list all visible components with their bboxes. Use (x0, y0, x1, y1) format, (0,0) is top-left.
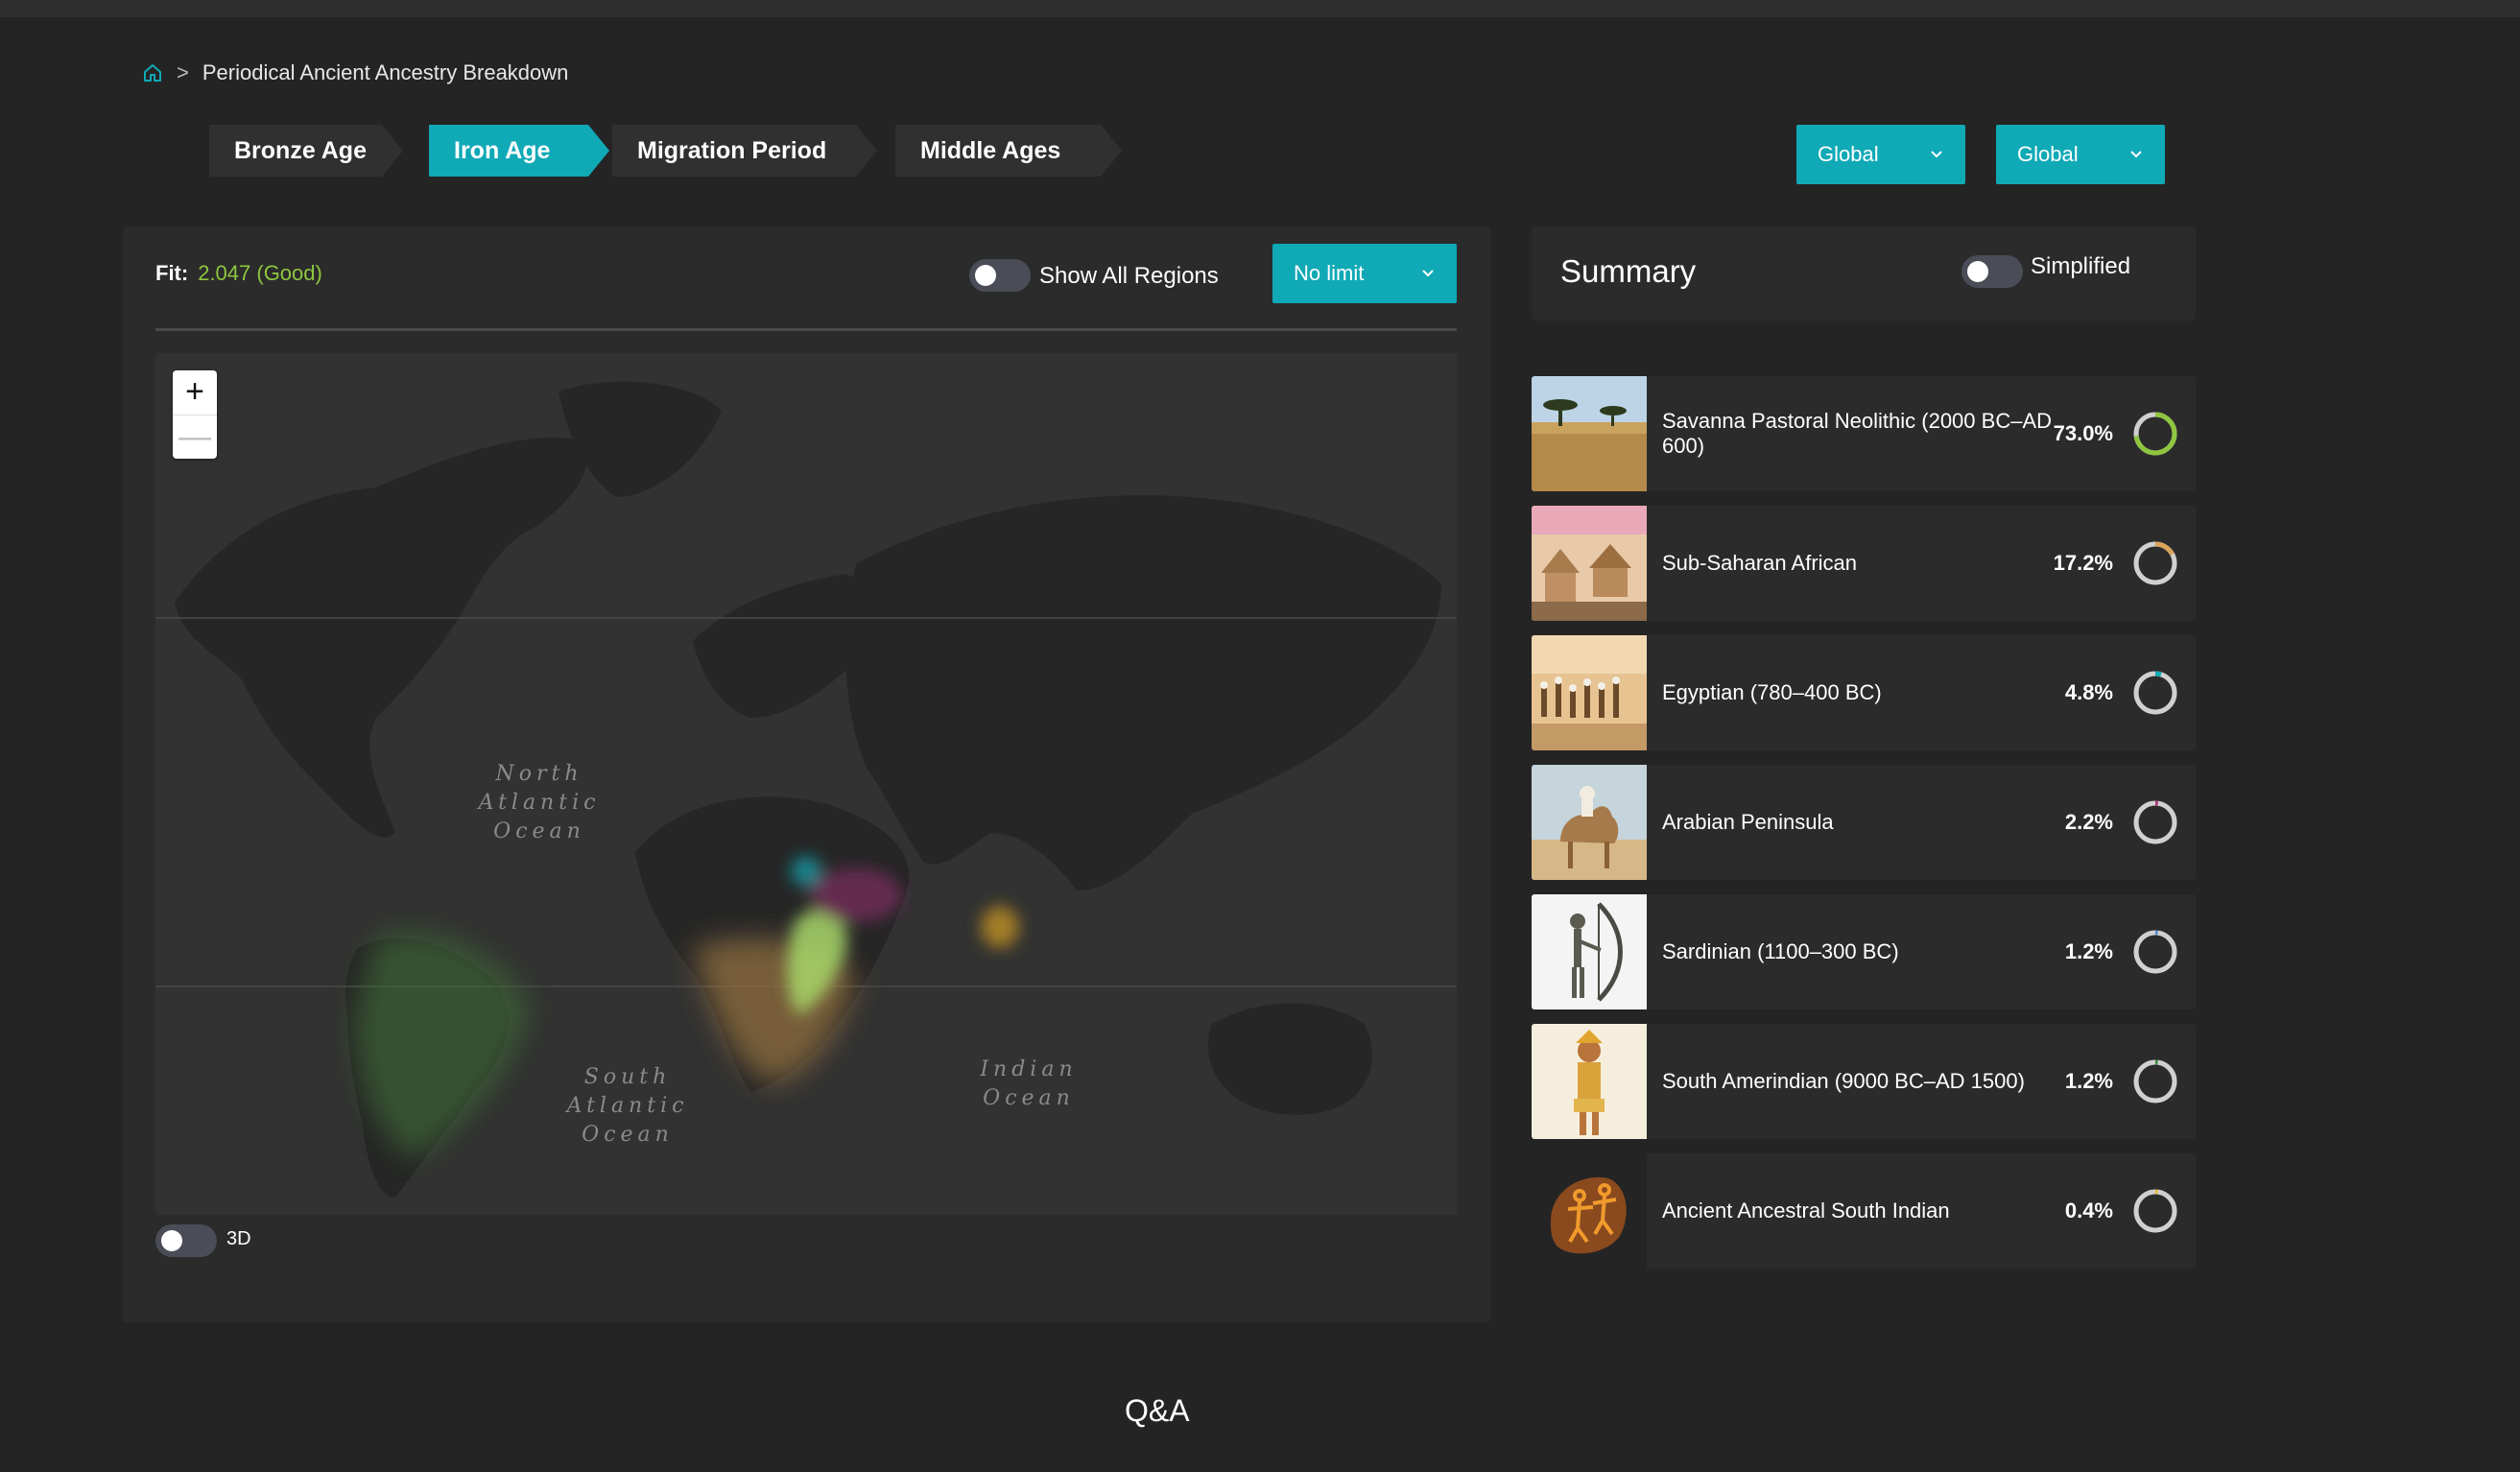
thumbnail-south-amerindian (1532, 1024, 1647, 1139)
list-item[interactable]: Egyptian (780–400 BC) 4.8% (1532, 635, 2196, 750)
3d-toggle[interactable] (155, 1224, 217, 1257)
world-map[interactable]: + — North Atlantic Ocean South Atlantic Ocea… (155, 353, 1457, 1215)
breadcrumb: > Periodical Ancient Ancestry Breakdown (142, 58, 568, 88)
zoom-in-button[interactable]: + (173, 370, 217, 415)
progress-ring (2133, 930, 2177, 974)
thumbnail-savanna (1532, 376, 1647, 491)
heat-egyptian (791, 856, 821, 887)
label-south-atlantic-ocean: South Atlantic Ocean (566, 1065, 689, 1147)
list-item[interactable]: Ancient Ancestral South Indian 0.4% (1532, 1153, 2196, 1269)
breadcrumb-separator: > (177, 60, 189, 84)
list-item[interactable]: Sub-Saharan African 17.2% (1532, 506, 2196, 621)
breadcrumb-current: Periodical Ancient Ancestry Breakdown (202, 60, 569, 84)
label-north-atlantic-ocean: North Atlantic Ocean (478, 762, 601, 843)
region-select-2[interactable]: Global (1996, 125, 2165, 184)
ancestry-percent: 17.2% (2053, 551, 2113, 575)
chevron-down-icon (1931, 151, 1942, 158)
summary-title: Summary (1560, 253, 1697, 289)
zoom-controls: + — (173, 370, 217, 459)
fit-label: Fit: (155, 261, 189, 285)
ancestry-percent: 73.0% (2053, 421, 2113, 445)
list-item[interactable]: Sardinian (1100–300 BC) 1.2% (1532, 894, 2196, 1009)
label-indian-ocean: Indian Ocean (980, 1057, 1078, 1110)
ancestry-name: Sub-Saharan African (1662, 551, 1858, 575)
chevron-down-icon (1422, 270, 1434, 277)
progress-ring (2133, 800, 2177, 844)
fit-indicator: Fit: 2.047 (Good) (155, 261, 322, 286)
world-map-canvas (155, 381, 1457, 1198)
heat-ancient-ancestral-south-indian (981, 906, 1019, 948)
show-all-regions-toggle[interactable] (969, 259, 1031, 292)
map-panel: Fit: 2.047 (Good) Show All Regions No lim… (123, 226, 1491, 1322)
ancestry-name: Sardinian (1100–300 BC) (1662, 939, 1899, 963)
progress-ring (2133, 1059, 2177, 1104)
3d-label: 3D (226, 1228, 251, 1249)
ancestry-name: Savanna Pastoral Neolithic (2000 BC–AD 6… (1662, 409, 2053, 458)
list-item[interactable]: South Amerindian (9000 BC–AD 1500) 1.2% (1532, 1024, 2196, 1139)
thumbnail-egyptian (1532, 635, 1647, 750)
ancestry-name: Arabian Peninsula (1662, 810, 1834, 834)
summary-header: Summary Simplified (1532, 226, 2196, 321)
simplified-toggle[interactable] (1961, 255, 2023, 288)
region-select-1[interactable]: Global (1796, 125, 1965, 184)
tab-migration-period[interactable]: Migration Period (612, 125, 877, 177)
ancestry-percent: 4.8% (2064, 680, 2113, 704)
ancestry-name: Egyptian (780–400 BC) (1662, 680, 1882, 704)
list-item[interactable]: Savanna Pastoral Neolithic (2000 BC–AD 6… (1532, 376, 2196, 491)
ancestry-name: South Amerindian (9000 BC–AD 1500) (1662, 1069, 2025, 1093)
thumbnail-south-indian (1532, 1153, 1647, 1269)
progress-ring (2133, 671, 2177, 715)
ancestry-percent: 1.2% (2064, 1069, 2113, 1093)
ancestry-percent: 2.2% (2064, 810, 2113, 834)
continent-australia (1208, 1003, 1372, 1115)
continent-asia (845, 495, 1441, 890)
thumbnail-arabian (1532, 765, 1647, 880)
limit-select[interactable]: No limit (1272, 244, 1457, 303)
fit-value: 2.047 (Good) (198, 261, 322, 285)
zoom-out-button[interactable]: — (173, 415, 217, 460)
ancestry-percent: 0.4% (2064, 1199, 2113, 1223)
top-bar (0, 0, 2520, 17)
ancestry-name: Ancient Ancestral South Indian (1662, 1199, 1950, 1223)
simplified-label: Simplified (2031, 253, 2131, 279)
list-item[interactable]: Arabian Peninsula 2.2% (1532, 765, 2196, 880)
progress-ring (2133, 412, 2177, 456)
show-all-regions-label: Show All Regions (1039, 263, 1219, 289)
progress-ring (2133, 541, 2177, 585)
thumbnail-sardinian (1532, 894, 1647, 1009)
tab-bronze-age[interactable]: Bronze Age (209, 125, 403, 177)
ancestry-percent: 1.2% (2064, 939, 2113, 963)
thumbnail-sub-saharan (1532, 506, 1647, 621)
heat-arabian-peninsula (810, 868, 902, 922)
map-divider (155, 328, 1457, 331)
chevron-down-icon (2130, 151, 2142, 158)
tab-middle-ages[interactable]: Middle Ages (895, 125, 1122, 177)
qa-heading: Q&A (1125, 1393, 1190, 1428)
progress-ring (2133, 1189, 2177, 1233)
home-icon[interactable] (142, 62, 163, 83)
tab-iron-age[interactable]: Iron Age (429, 125, 609, 177)
continent-greenland (559, 381, 722, 497)
